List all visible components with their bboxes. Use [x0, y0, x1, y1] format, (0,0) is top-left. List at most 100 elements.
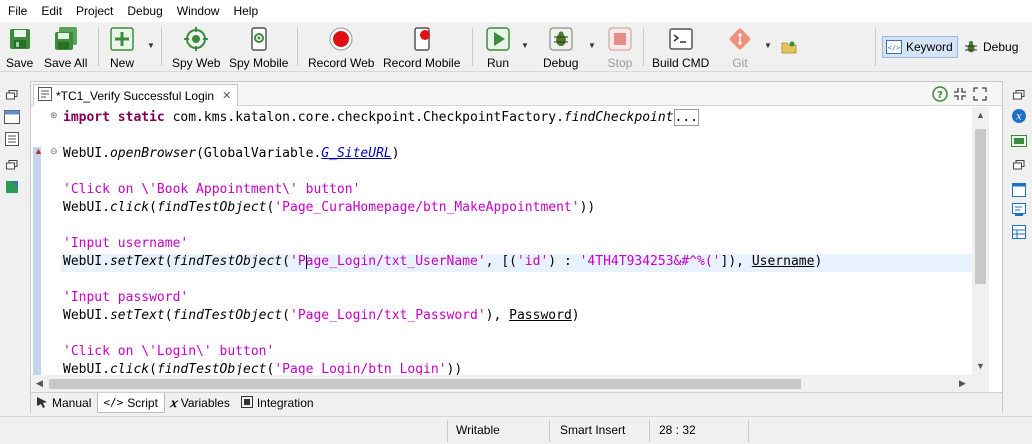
toolbar-separator — [297, 28, 298, 66]
window-icon[interactable] — [1011, 183, 1027, 197]
editor-gutter: ⊕ ⊖ ▲ — [31, 107, 61, 375]
record-web-icon — [328, 26, 354, 52]
save-all-icon — [53, 26, 79, 52]
menu-debug[interactable]: Debug — [120, 0, 169, 22]
collapse-icon[interactable] — [951, 85, 969, 103]
menu-edit[interactable]: Edit — [34, 0, 69, 22]
scroll-down-icon[interactable]: ▼ — [976, 361, 985, 371]
vertical-scrollbar[interactable]: ▲ ▼ — [972, 107, 989, 375]
build-cmd-button[interactable]: Build CMD — [652, 26, 709, 70]
toolbar-separator — [472, 28, 473, 66]
bookmark-icon[interactable] — [4, 180, 20, 194]
restore-icon[interactable] — [1011, 158, 1027, 172]
warning-marker-icon: ▲ — [34, 146, 43, 156]
scroll-up-icon[interactable]: ▲ — [976, 110, 985, 120]
menu-window[interactable]: Window — [170, 0, 227, 22]
run-dropdown-icon[interactable]: ▼ — [521, 41, 529, 50]
expand-icon[interactable]: ⊕ — [50, 110, 58, 121]
menu-project[interactable]: Project — [69, 0, 120, 22]
tab-variables[interactable]: 𝑥 Variables — [165, 393, 236, 413]
menu-file[interactable]: File — [0, 0, 34, 22]
code-line: WebUI.openBrowser(GlobalVariable.G_SiteU… — [63, 146, 400, 161]
editor-tab-tools: ? — [929, 85, 989, 103]
status-insert-mode: Smart Insert — [560, 423, 626, 437]
code-line: WebUI.click(findTestObject('Page_CuraHom… — [63, 200, 596, 215]
run-icon — [485, 26, 511, 52]
vertical-scroll-thumb[interactable] — [975, 129, 986, 284]
debug-perspective-button[interactable]: Debug — [962, 36, 1018, 58]
main-toolbar: Save Save All New ▼ Spy Web Spy Mobile R… — [0, 22, 1032, 72]
code-icon: </> — [103, 396, 124, 409]
code-line: 'Click on \'Login\' button' — [63, 344, 275, 359]
save-icon — [7, 26, 33, 52]
record-web-button[interactable]: Record Web — [308, 26, 374, 70]
status-separator — [447, 420, 448, 442]
editor-mode-tabs: Manual </> Script 𝑥 Variables Integratio… — [31, 392, 1002, 413]
git-dropdown-icon[interactable]: ▼ — [764, 41, 772, 50]
restore-icon[interactable] — [1011, 88, 1027, 102]
menu-help[interactable]: Help — [226, 0, 265, 22]
scroll-right-icon[interactable]: ▶ — [959, 378, 966, 389]
spy-mobile-button[interactable]: Spy Mobile — [229, 26, 288, 70]
tests-explorer-icon[interactable] — [4, 110, 20, 124]
horizontal-scroll-thumb[interactable] — [49, 379, 801, 389]
editor-tab-test-case[interactable]: *TC1_Verify Successful Login ✕ — [33, 84, 239, 106]
git-button[interactable]: Git — [727, 26, 753, 70]
menu-bar: File Edit Project Debug Window Help — [0, 0, 1032, 22]
toolbar-separator — [643, 28, 644, 66]
code-area[interactable]: import static com.kms.katalon.core.check… — [61, 107, 972, 375]
record-mobile-button[interactable]: Record Mobile — [383, 26, 460, 70]
restore-icon[interactable] — [4, 88, 20, 102]
left-trim-bar — [0, 80, 26, 410]
right-trim-bar: x — [1006, 80, 1032, 410]
code-line: import static com.kms.katalon.core.check… — [63, 109, 699, 126]
tab-manual[interactable]: Manual — [31, 393, 97, 413]
new-icon — [109, 26, 135, 52]
code-line: WebUI.setText(findTestObject('Page_Login… — [63, 308, 580, 323]
toolbar-separator — [161, 28, 162, 66]
variable-icon[interactable]: x — [1011, 109, 1027, 123]
new-dropdown-icon[interactable]: ▼ — [147, 41, 155, 50]
svg-text:</>: </> — [888, 44, 901, 52]
status-writable: Writable — [456, 423, 500, 437]
restore-icon[interactable] — [4, 158, 20, 172]
horizontal-scrollbar[interactable]: ◀ ▶ — [31, 375, 989, 392]
status-cursor-position: 28 : 32 — [659, 423, 696, 437]
new-button[interactable]: New — [109, 26, 135, 70]
integration-icon — [240, 395, 253, 411]
toolbar-separator — [875, 28, 876, 66]
object-repository-icon[interactable] — [1011, 134, 1027, 148]
scroll-left-icon[interactable]: ◀ — [36, 378, 43, 389]
grid-icon[interactable] — [1011, 225, 1027, 239]
change-ruler — [33, 147, 41, 375]
debug-button[interactable]: Debug — [543, 26, 578, 70]
console-icon[interactable] — [1011, 203, 1027, 217]
code-line: 'Input password' — [63, 290, 189, 305]
run-button[interactable]: Run — [485, 26, 511, 70]
save-button[interactable]: Save — [6, 26, 33, 70]
stop-button[interactable]: Stop — [607, 26, 633, 70]
help-icon[interactable]: ? — [931, 85, 949, 103]
code-line: 'Input username' — [63, 236, 189, 251]
status-separator — [549, 420, 550, 442]
maximize-icon[interactable] — [971, 85, 989, 103]
tab-integration[interactable]: Integration — [236, 393, 320, 413]
close-icon[interactable]: ✕ — [222, 89, 231, 102]
code-line: 'Click on \'Book Appointment\' button' — [63, 182, 361, 197]
code-line: WebUI.click(findTestObject('Page_Login/b… — [63, 362, 463, 375]
collapse-icon[interactable]: ⊖ — [50, 146, 58, 157]
script-editor: *TC1_Verify Successful Login ✕ ? ⊕ ⊖ ▲ i… — [30, 81, 1003, 413]
list-icon[interactable] — [4, 132, 20, 146]
spy-mobile-icon — [246, 26, 272, 52]
tab-script[interactable]: </> Script — [97, 393, 165, 413]
keyword-perspective-button[interactable]: </> Keyword — [882, 36, 958, 58]
open-folder-icon[interactable] — [781, 40, 797, 54]
spy-web-button[interactable]: Spy Web — [172, 26, 220, 70]
bug-icon — [962, 39, 980, 55]
terminal-icon — [668, 26, 694, 52]
debug-dropdown-icon[interactable]: ▼ — [588, 41, 596, 50]
pointer-icon — [36, 396, 48, 411]
stop-icon — [607, 26, 633, 52]
save-all-button[interactable]: Save All — [44, 26, 87, 70]
bug-icon — [548, 26, 574, 52]
